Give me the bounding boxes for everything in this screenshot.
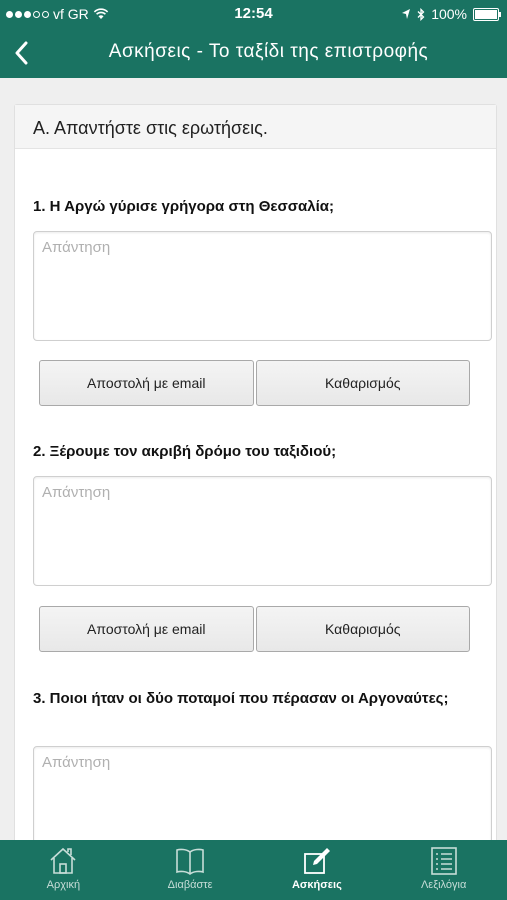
book-icon [176, 848, 204, 875]
tab-exercises-label: Ασκήσεις [291, 879, 342, 891]
list-icon [430, 847, 457, 875]
tab-bar: Αρχική Διαβάστε Ασκήσεις Λεξιλόγια [0, 840, 507, 900]
tab-read[interactable]: Διαβάστε [127, 840, 254, 900]
status-right: 100% [401, 6, 501, 22]
send-email-button-2[interactable]: Αποστολή με email [39, 606, 254, 652]
clear-button-1[interactable]: Καθαρισμός [255, 360, 470, 406]
back-button[interactable] [6, 36, 36, 70]
battery-percent: 100% [431, 6, 467, 22]
content-scroll-area[interactable]: Α. Απαντήστε στις ερωτήσεις. 1. Η Αργώ γ… [0, 78, 507, 840]
tab-exercises[interactable]: Ασκήσεις [254, 840, 381, 900]
battery-icon [473, 7, 501, 21]
question-1-actions: Αποστολή με email Καθαρισμός [39, 360, 470, 406]
tab-home-label: Αρχική [46, 879, 81, 891]
nav-bar: Ασκήσεις - Το ταξίδι της επιστροφής [0, 28, 507, 78]
tab-home[interactable]: Αρχική [0, 840, 127, 900]
section-header: Α. Απαντήστε στις ερωτήσεις. [15, 105, 496, 149]
send-email-button-1[interactable]: Αποστολή με email [39, 360, 254, 406]
clear-button-2[interactable]: Καθαρισμός [255, 606, 470, 652]
home-icon [50, 847, 76, 874]
page-title: Ασκήσεις - Το ταξίδι της επιστροφής [108, 41, 429, 62]
tab-vocabulary-label: Λεξιλόγια [420, 879, 467, 891]
answer-2-input[interactable] [33, 476, 492, 586]
question-2-actions: Αποστολή με email Καθαρισμός [39, 606, 470, 652]
question-3-text: 3. Ποιοι ήταν οι δύο ποταμοί που πέρασαν… [33, 690, 449, 707]
question-2-text: 2. Ξέρουμε τον ακριβή δρόμο του ταξιδιού… [33, 443, 337, 460]
location-arrow-icon [402, 9, 411, 19]
answer-1-input[interactable] [33, 231, 492, 341]
tab-vocabulary[interactable]: Λεξιλόγια [380, 840, 507, 900]
answer-3-input[interactable] [33, 746, 492, 840]
chevron-left-icon [15, 41, 28, 65]
tab-read-label: Διαβάστε [167, 879, 213, 891]
status-bar: vf GR 12:54 100% [0, 0, 507, 28]
exercise-card: Α. Απαντήστε στις ερωτήσεις. 1. Η Αργώ γ… [14, 104, 497, 840]
bluetooth-icon [417, 7, 425, 21]
edit-icon [303, 848, 330, 874]
question-1-text: 1. Η Αργώ γύρισε γρήγορα στη Θεσσαλία; [33, 198, 334, 215]
